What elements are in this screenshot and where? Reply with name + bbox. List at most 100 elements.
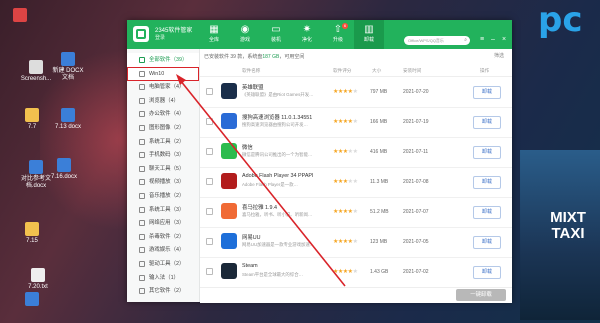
nav-tab-0[interactable]: ▦ 全库	[199, 20, 229, 49]
shield-icon: ✷	[302, 24, 312, 35]
sidebar-item[interactable]: 杀毒软件（2）	[127, 230, 199, 244]
col-size[interactable]: 大小	[372, 68, 381, 74]
sidebar-item[interactable]: 输入法（1）	[127, 271, 199, 285]
nav-tab-label: 净化	[301, 37, 312, 43]
close-button[interactable]: ×	[500, 35, 508, 45]
brand-title: 2345软件管家	[155, 28, 193, 34]
desktop-icon[interactable]	[2, 8, 38, 24]
app-name: 微信	[242, 145, 253, 151]
row-checkbox[interactable]	[206, 208, 213, 215]
sidebar-item[interactable]: 其它软件（2）	[127, 284, 199, 298]
gamepad-icon: ◉	[240, 24, 250, 35]
search-placeholder: Office/WPS/QQ音乐	[408, 38, 444, 43]
nav-tab-4[interactable]: ⇧ 升级 6	[323, 20, 353, 49]
app-icon	[221, 263, 237, 279]
sidebar-item[interactable]: 聊天工具（5）	[127, 162, 199, 176]
app-icon	[221, 203, 237, 219]
table-row: 英雄联盟 《英雄联盟》是由Riot Games开发… ★★★★★ 797 MB 2021…	[200, 77, 512, 108]
uninstall-button[interactable]: 卸载	[473, 146, 501, 159]
app-name: 网易UU	[242, 235, 261, 241]
table-row: 喜马拉雅 1.9.4 喜马拉雅，听书、听小说、听新闻… ★★★★★ 51.2 MB 20…	[200, 197, 512, 228]
install-date: 2021-07-02	[403, 269, 429, 275]
nav-tab-label: 装机	[270, 37, 281, 43]
category-icon	[139, 261, 145, 267]
search-input[interactable]: Office/WPS/QQ音乐 ⌕	[404, 36, 470, 45]
brand-block[interactable]: 2345软件管家 登录	[133, 24, 193, 46]
col-date[interactable]: 安装时间	[403, 68, 421, 74]
install-date: 2021-07-19	[403, 119, 429, 125]
uninstall-button[interactable]: 卸载	[473, 236, 501, 249]
file-icon	[61, 52, 75, 66]
desktop-icon[interactable]: 对比参考文档.docx	[18, 160, 54, 190]
desktop-icon[interactable]: Screensh...	[18, 60, 54, 83]
row-checkbox[interactable]	[206, 118, 213, 125]
nav-tab-2[interactable]: ▭ 装机	[261, 20, 291, 49]
search-icon[interactable]: ⌕	[464, 36, 467, 45]
desktop-icon-label: 新建 DOCX 文档	[52, 68, 84, 81]
uninstall-button[interactable]: 卸载	[473, 86, 501, 99]
sidebar-item[interactable]: 办公软件（4）	[127, 107, 199, 121]
uninstall-button[interactable]: 卸载	[473, 116, 501, 129]
desktop-icon-label: 7.7	[27, 124, 37, 130]
desktop-icon[interactable]: 新建 DOCX 文档	[50, 52, 86, 82]
install-date: 2021-07-08	[403, 179, 429, 185]
sidebar-item[interactable]: 浏览器（4）	[127, 94, 199, 108]
bulk-uninstall-button[interactable]: 一键卸载	[456, 289, 506, 301]
wallpaper-logo: pc	[538, 0, 583, 40]
disk-summary: 已安装软件 39 款，系统盘187 GB，可用空间	[204, 53, 304, 60]
file-icon	[29, 160, 43, 174]
uninstall-button[interactable]: 卸载	[473, 266, 501, 279]
rating-stars: ★★★★★	[333, 118, 358, 125]
desktop-icon-label: 7.15	[26, 238, 38, 244]
desktop-icon[interactable]: 7.7	[14, 108, 50, 131]
row-checkbox[interactable]	[206, 178, 213, 185]
sidebar-item-label: 网络应用（3）	[149, 220, 185, 227]
desktop-icon[interactable]: 7.20.txt	[20, 268, 56, 291]
app-description: 网易UU加速器是一款专业游戏加速…	[242, 242, 314, 247]
sidebar-item[interactable]: 音乐播放（2）	[127, 189, 199, 203]
desktop-icon[interactable]	[14, 292, 50, 308]
sidebar-item[interactable]: 驱动工具（2）	[127, 257, 199, 271]
nav-tab-5[interactable]: ▥ 卸载	[354, 20, 384, 49]
sidebar-item-label: 系统工具（2）	[149, 138, 185, 145]
summary-mid: ，可用空间	[279, 54, 305, 60]
sidebar-item[interactable]: Win10	[127, 66, 199, 81]
minimize-button[interactable]: –	[489, 35, 497, 45]
sidebar-item[interactable]: 系统工具（3）	[127, 203, 199, 217]
row-checkbox[interactable]	[206, 268, 213, 275]
row-checkbox[interactable]	[206, 148, 213, 155]
sidebar-item-label: 浏览器（4）	[149, 97, 179, 104]
star-icon: ★	[352, 179, 358, 185]
category-icon	[139, 288, 145, 295]
footer-bar: 一键卸载	[200, 287, 512, 303]
software-manager-window: 2345软件管家 登录 ▦ 全库 ◉ 游戏 ▭ 装机 ✷ 净化 ⇧ 升级 6 ▥ 卸载 Office/W…	[127, 20, 512, 303]
category-icon	[139, 179, 145, 186]
sidebar-item[interactable]: 视频播放（3）	[127, 175, 199, 189]
sidebar-item[interactable]: 电脑管家（4）	[127, 80, 199, 94]
sidebar-item[interactable]: 系统工具（2）	[127, 135, 199, 149]
nav-tab-1[interactable]: ◉ 游戏	[230, 20, 260, 49]
uninstall-button[interactable]: 卸载	[473, 176, 501, 189]
category-icon	[139, 274, 145, 281]
sidebar-item[interactable]: 手机数码（3）	[127, 148, 199, 162]
app-name: Steam	[242, 263, 258, 269]
app-size: 1.43 GB	[370, 269, 389, 275]
desktop-icon[interactable]: 7.13 docx	[50, 108, 86, 131]
nav-tab-3[interactable]: ✷ 净化	[292, 20, 322, 49]
category-icon	[139, 111, 145, 118]
sidebar-item[interactable]: 网络应用（3）	[127, 216, 199, 230]
menu-button[interactable]: ≡	[478, 35, 486, 45]
uninstall-button[interactable]: 卸载	[473, 206, 501, 219]
row-checkbox[interactable]	[206, 238, 213, 245]
sidebar-item[interactable]: 游戏娱乐（4）	[127, 243, 199, 257]
star-icon: ★	[352, 209, 358, 215]
desktop-icon[interactable]: 7.15	[14, 222, 50, 245]
col-rating[interactable]: 软件评分	[333, 68, 351, 74]
sidebar-item[interactable]: 图形图像（2）	[127, 121, 199, 135]
wallpaper-sign: MIXT TAXI	[550, 209, 586, 242]
category-icon	[139, 84, 145, 91]
row-checkbox[interactable]	[206, 88, 213, 95]
login-link[interactable]: 登录	[155, 34, 165, 41]
filter-button[interactable]: 筛选	[494, 52, 504, 59]
sidebar-item[interactable]: 全部软件（39）	[127, 53, 199, 67]
